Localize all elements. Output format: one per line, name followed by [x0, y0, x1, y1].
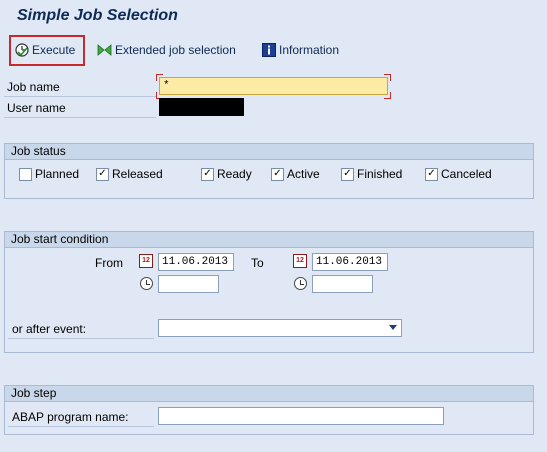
user-name-label: User name: [7, 101, 66, 115]
focus-corner-br: [384, 92, 391, 99]
checkmark-icon: ✓: [341, 167, 354, 181]
info-icon: [262, 43, 276, 57]
user-name-input[interactable]: [159, 98, 244, 116]
job-name-divider: [4, 96, 156, 97]
focus-corner-tr: [384, 74, 391, 81]
abap-program-divider: [8, 426, 154, 427]
calendar-icon[interactable]: 12: [139, 254, 153, 268]
execute-button[interactable]: Execute: [15, 40, 75, 60]
focus-corner-tl: [156, 74, 163, 81]
clock-icon[interactable]: [294, 277, 307, 290]
status-planned-checkbox[interactable]: Planned: [19, 167, 79, 181]
abap-program-input[interactable]: [158, 407, 444, 425]
extended-job-selection-label: Extended job selection: [115, 43, 236, 57]
information-button[interactable]: Information: [262, 40, 339, 60]
to-time-input[interactable]: [312, 275, 373, 293]
to-date-input[interactable]: [312, 253, 388, 271]
user-name-divider: [4, 117, 156, 118]
to-label: To: [251, 256, 264, 270]
job-status-title: Job status: [5, 144, 533, 160]
checkmark-icon: ✓: [271, 167, 284, 181]
calendar-icon[interactable]: 12: [293, 254, 307, 268]
job-start-condition-group: Job start condition From 12 To 12 or aft…: [4, 231, 534, 353]
from-time-input[interactable]: [158, 275, 219, 293]
checkbox-box: [19, 167, 32, 181]
status-canceled-label: Canceled: [441, 167, 492, 181]
clock-check-icon: [15, 43, 29, 57]
extended-job-selection-button[interactable]: Extended job selection: [97, 40, 236, 60]
abap-program-label: ABAP program name:: [12, 410, 129, 424]
checkmark-icon: ✓: [201, 167, 214, 181]
job-name-input[interactable]: [159, 77, 388, 95]
status-ready-label: Ready: [217, 167, 252, 181]
bowtie-icon: [97, 44, 112, 56]
clock-icon[interactable]: [140, 277, 153, 290]
job-start-condition-title: Job start condition: [5, 232, 533, 248]
status-canceled-checkbox[interactable]: ✓ Canceled: [425, 167, 492, 181]
job-step-group: Job step ABAP program name:: [4, 385, 534, 435]
status-finished-label: Finished: [357, 167, 403, 181]
status-finished-checkbox[interactable]: ✓ Finished: [341, 167, 402, 181]
after-event-select[interactable]: [158, 319, 402, 337]
status-planned-label: Planned: [35, 167, 80, 181]
job-step-title: Job step: [5, 386, 533, 402]
status-released-checkbox[interactable]: ✓ Released: [96, 167, 163, 181]
from-date-input[interactable]: [158, 253, 234, 271]
status-released-label: Released: [112, 167, 163, 181]
application-toolbar: Execute Extended job selection Informati…: [0, 34, 547, 68]
title-bar: Simple Job Selection: [0, 0, 547, 34]
after-event-label: or after event:: [12, 322, 87, 336]
checkmark-icon: ✓: [96, 167, 109, 181]
job-name-label: Job name: [7, 80, 60, 94]
job-status-group: Job status Planned ✓ Released ✓ Ready ✓ …: [4, 143, 534, 199]
chevron-down-icon: [389, 325, 397, 330]
status-active-checkbox[interactable]: ✓ Active: [271, 167, 320, 181]
checkmark-icon: ✓: [425, 167, 438, 181]
from-label: From: [95, 256, 123, 270]
status-ready-checkbox[interactable]: ✓ Ready: [201, 167, 252, 181]
page-title: Simple Job Selection: [17, 7, 178, 24]
information-label: Information: [279, 43, 340, 57]
execute-label: Execute: [32, 43, 76, 57]
after-event-divider: [8, 338, 154, 339]
status-active-label: Active: [287, 167, 320, 181]
